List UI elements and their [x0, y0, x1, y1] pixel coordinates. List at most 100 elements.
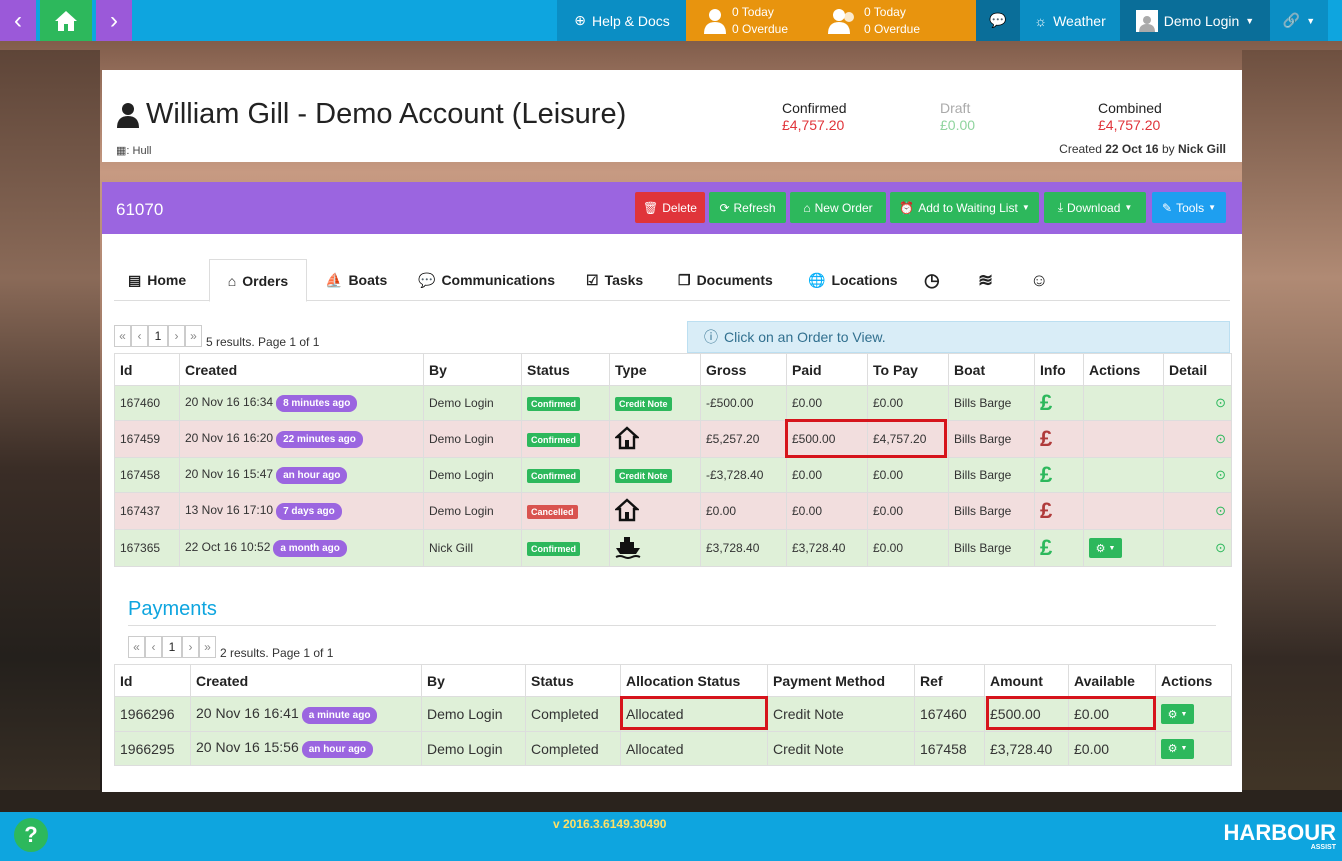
col-amount[interactable]: Amount [984, 664, 1069, 697]
tab-boats[interactable]: ⛵ Boats [325, 259, 387, 301]
order-paid: £0.00 [786, 492, 868, 530]
pager-last[interactable]: » [199, 636, 216, 658]
col-actions[interactable]: Actions [1083, 353, 1164, 386]
back-button[interactable]: ‹ [0, 0, 36, 41]
id-card-icon: ▤ [128, 271, 142, 288]
col-created[interactable]: Created [190, 664, 422, 697]
row-actions-button[interactable]: ⚙ ▼ [1161, 704, 1194, 724]
tab-documents[interactable]: ❐ Documents [678, 259, 773, 301]
table-row[interactable]: 167437 13 Nov 16 17:10 7 days ago Demo Lo… [114, 492, 1232, 530]
forward-button[interactable]: › [96, 0, 132, 41]
tasks-counter[interactable]: 0 Today 0 Overdue [704, 4, 788, 38]
help-docs-button[interactable]: ⊕ Help & Docs [557, 0, 687, 41]
pound-icon[interactable]: £ [1040, 535, 1052, 560]
col-created[interactable]: Created [179, 353, 424, 386]
download-button[interactable]: ⤓ Download ▼ [1044, 192, 1146, 223]
payments-divider [128, 625, 1216, 626]
order-type: Credit Note [609, 385, 701, 421]
created-info: Created 22 Oct 16 by Nick Gill [1059, 142, 1226, 156]
col-available[interactable]: Available [1068, 664, 1156, 697]
col-id[interactable]: Id [114, 353, 180, 386]
delete-button[interactable]: 🗑 Delete [635, 192, 705, 223]
col-to-pay[interactable]: To Pay [867, 353, 949, 386]
col-status[interactable]: Status [521, 353, 610, 386]
chat-button[interactable]: 💬 [976, 0, 1020, 41]
chevron-circle-icon[interactable]: ⊙ [1215, 467, 1226, 483]
row-actions-button[interactable]: ⚙ ▼ [1089, 538, 1122, 558]
payment-method: Credit Note [767, 696, 915, 732]
pager-first[interactable]: « [114, 325, 131, 347]
team-tasks-counter[interactable]: 0 Today 0 Overdue [828, 4, 920, 38]
links-menu[interactable]: 🔗 ▼ [1270, 0, 1328, 41]
order-info: £ [1034, 492, 1084, 530]
col-actions[interactable]: Actions [1155, 664, 1232, 697]
pound-icon[interactable]: £ [1040, 462, 1052, 487]
tab-history[interactable]: ◷ [924, 259, 940, 301]
tab-orders[interactable]: ⌂ Orders [209, 259, 307, 302]
tab-profile[interactable]: ☺ [1030, 259, 1048, 301]
pager-prev[interactable]: ‹ [131, 325, 148, 347]
col-gross[interactable]: Gross [700, 353, 787, 386]
weather-button[interactable]: ☼ Weather [1020, 0, 1120, 41]
pound-icon[interactable]: £ [1040, 426, 1052, 451]
col-detail[interactable]: Detail [1163, 353, 1232, 386]
pager-next[interactable]: › [182, 636, 199, 658]
col-id[interactable]: Id [114, 664, 191, 697]
table-row[interactable]: 167458 20 Nov 16 15:47 an hour ago Demo L… [114, 457, 1232, 493]
tab-communications[interactable]: 💬 Communications [418, 259, 555, 301]
background-bottom [0, 790, 1342, 812]
new-order-button[interactable]: ⌂ New Order [790, 192, 886, 223]
table-row[interactable]: 167460 20 Nov 16 16:34 8 minutes ago Demo… [114, 385, 1232, 421]
confirmed-summary: Confirmed £4,757.20 [782, 100, 847, 133]
tab-layers[interactable]: ≋ [978, 259, 993, 301]
pager-last[interactable]: » [185, 325, 202, 347]
tab-boats-label: Boats [348, 272, 388, 288]
waiting-list-button[interactable]: ⏰ Add to Waiting List ▼ [890, 192, 1039, 223]
order-by: Demo Login [423, 385, 522, 421]
pager-prev[interactable]: ‹ [145, 636, 162, 658]
tools-button[interactable]: ✎ Tools ▼ [1152, 192, 1226, 223]
refresh-button[interactable]: ⟳ Refresh [709, 192, 786, 223]
table-row[interactable]: 1966295 20 Nov 16 15:56 an hour ago Demo … [114, 731, 1232, 766]
order-status: Confirmed [521, 420, 610, 458]
col-payment-method[interactable]: Payment Method [767, 664, 915, 697]
col-info[interactable]: Info [1034, 353, 1084, 386]
col-status[interactable]: Status [525, 664, 621, 697]
chevron-circle-icon[interactable]: ⊙ [1215, 503, 1226, 519]
col-ref[interactable]: Ref [914, 664, 985, 697]
pager-next[interactable]: › [168, 325, 185, 347]
row-actions-button[interactable]: ⚙ ▼ [1161, 738, 1194, 759]
created-text: 20 Nov 16 16:34 [185, 394, 274, 409]
col-type[interactable]: Type [609, 353, 701, 386]
help-button[interactable]: ? [14, 818, 48, 852]
user-menu[interactable]: Demo Login ▼ [1120, 0, 1270, 41]
team-tasks-overdue: 0 Overdue [864, 22, 921, 36]
trash-icon: 🗑 [643, 200, 659, 215]
chevron-circle-icon[interactable]: ⊙ [1215, 540, 1226, 556]
chevron-circle-icon[interactable]: ⊙ [1215, 431, 1226, 447]
wand-icon: ✎ [1162, 200, 1173, 215]
tab-orders-label: Orders [242, 272, 289, 289]
tab-locations[interactable]: 🌐 Locations [808, 259, 898, 301]
col-by[interactable]: By [421, 664, 526, 697]
col-boat[interactable]: Boat [948, 353, 1035, 386]
tab-tasks[interactable]: ☑ Tasks [586, 259, 643, 301]
home-button[interactable] [40, 0, 92, 41]
tab-home[interactable]: ▤ Home [128, 259, 186, 301]
table-row[interactable]: 167365 22 Oct 16 10:52 a month ago Nick G… [114, 529, 1232, 567]
pound-icon[interactable]: £ [1040, 498, 1052, 523]
pager-first[interactable]: « [128, 636, 145, 658]
col-paid[interactable]: Paid [786, 353, 868, 386]
gear-icon: ⚙ [1095, 542, 1106, 555]
pager-page[interactable]: 1 [162, 636, 182, 658]
type-badge: Credit Note [615, 396, 672, 411]
payment-ref: 167460 [914, 696, 985, 732]
table-row[interactable]: 167459 20 Nov 16 16:20 22 minutes ago Dem… [114, 420, 1232, 458]
pager-page[interactable]: 1 [148, 325, 168, 347]
col-allocation-status[interactable]: Allocation Status [620, 664, 768, 697]
question-icon: ? [24, 822, 38, 847]
pound-icon[interactable]: £ [1040, 390, 1052, 415]
users-icon [828, 9, 854, 34]
col-by[interactable]: By [423, 353, 522, 386]
chevron-circle-icon[interactable]: ⊙ [1215, 395, 1226, 411]
